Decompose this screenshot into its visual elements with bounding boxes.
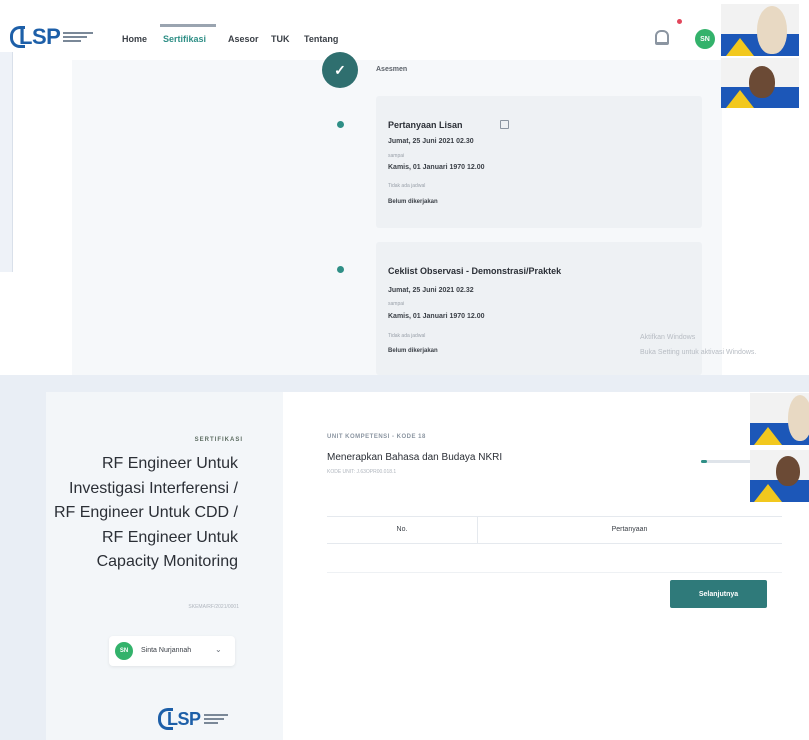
card-start-time: Jumat, 25 Juni 2021 02.32 bbox=[388, 287, 474, 294]
card-end-caption: Tidak ada jadwal bbox=[388, 333, 426, 339]
bottom-screenshot: SERTIFIKASI RF Engineer Untuk Investigas… bbox=[46, 392, 809, 740]
user-name: Sinta Nurjannah bbox=[141, 647, 192, 654]
lsp-logo-footer[interactable]: LSP bbox=[158, 708, 228, 730]
card-start-caption: sampai bbox=[388, 153, 405, 159]
video-tile-participant-1 bbox=[721, 4, 799, 56]
active-tab-indicator bbox=[160, 24, 216, 27]
windows-activation-watermark: Aktifkan Windows Buka Setting untuk akti… bbox=[640, 330, 756, 360]
nav-tuk[interactable]: TUK bbox=[271, 34, 290, 44]
timeline-card[interactable]: Pertanyaan Lisan Jumat, 25 Juni 2021 02.… bbox=[376, 96, 702, 228]
bell-icon[interactable] bbox=[655, 30, 669, 45]
check-icon: ✓ bbox=[322, 52, 358, 88]
timeline-dot bbox=[337, 266, 344, 273]
user-avatar[interactable]: SN bbox=[695, 29, 715, 49]
column-header-no: No. bbox=[327, 517, 478, 543]
logo-text: LSP bbox=[167, 708, 201, 729]
certification-code: SKEMA/RF/2021/0001 bbox=[188, 604, 239, 610]
logo-text: LSP bbox=[19, 24, 61, 49]
unit-label: UNIT KOMPETENSI - KODE 18 bbox=[327, 434, 426, 440]
notification-dot bbox=[677, 19, 682, 24]
card-title: Ceklist Observasi - Demonstrasi/Praktek bbox=[388, 266, 562, 276]
step-label: Asesmen bbox=[376, 66, 408, 73]
card-start-caption: sampai bbox=[388, 301, 405, 307]
nav-tentang[interactable]: Tentang bbox=[304, 34, 338, 44]
user-menu[interactable]: SN Sinta Nurjannah ⌄ bbox=[109, 636, 235, 666]
question-table: No. Pertanyaan bbox=[327, 516, 782, 576]
next-button[interactable]: Selanjutnya bbox=[670, 580, 767, 608]
avatar: SN bbox=[115, 642, 133, 660]
logo-subtitle-lines bbox=[203, 714, 228, 724]
top-screenshot: LSP Home Sertifikasi Asesor TUK Tentang … bbox=[0, 0, 809, 375]
logo-subtitle-lines bbox=[63, 32, 94, 42]
video-tile-participant-2 bbox=[721, 58, 799, 108]
video-tile-participant-1 bbox=[750, 393, 809, 445]
edit-icon[interactable] bbox=[500, 120, 509, 129]
unit-title: Menerapkan Bahasa dan Budaya NKRI bbox=[327, 452, 503, 463]
card-status: Belum dikerjakan bbox=[388, 199, 438, 205]
watermark-line-1: Aktifkan Windows bbox=[640, 334, 696, 341]
timeline-dot bbox=[337, 121, 344, 128]
watermark-line-2: Buka Setting untuk aktivasi Windows. bbox=[640, 349, 757, 356]
card-end-time: Kamis, 01 Januari 1970 12.00 bbox=[388, 313, 485, 320]
column-header-question: Pertanyaan bbox=[611, 526, 648, 533]
lsp-logo[interactable]: LSP bbox=[10, 24, 94, 50]
table-row bbox=[327, 550, 782, 573]
progress-fill bbox=[701, 460, 707, 463]
chevron-down-icon[interactable]: ⌄ bbox=[215, 645, 222, 654]
certification-title: RF Engineer Untuk Investigasi Interferen… bbox=[53, 455, 238, 570]
nav-asesor[interactable]: Asesor bbox=[228, 34, 259, 44]
side-strip bbox=[0, 52, 13, 272]
card-status: Belum dikerjakan bbox=[388, 348, 438, 354]
video-tile-participant-2 bbox=[750, 450, 809, 502]
card-start-time: Jumat, 25 Juni 2021 02.30 bbox=[388, 138, 474, 145]
card-end-caption: Tidak ada jadwal bbox=[388, 183, 426, 189]
card-end-time: Kamis, 01 Januari 1970 12.00 bbox=[388, 164, 485, 171]
section-label: SERTIFIKASI bbox=[194, 437, 243, 443]
certification-sidebar: SERTIFIKASI RF Engineer Untuk Investigas… bbox=[46, 392, 283, 740]
table-header: No. Pertanyaan bbox=[327, 516, 782, 544]
card-title: Pertanyaan Lisan bbox=[388, 120, 463, 130]
nav-sertifikasi[interactable]: Sertifikasi bbox=[163, 34, 206, 44]
unit-code: KODE UNIT: J.63OPR00.018.1 bbox=[327, 469, 397, 475]
nav-home[interactable]: Home bbox=[122, 34, 147, 44]
